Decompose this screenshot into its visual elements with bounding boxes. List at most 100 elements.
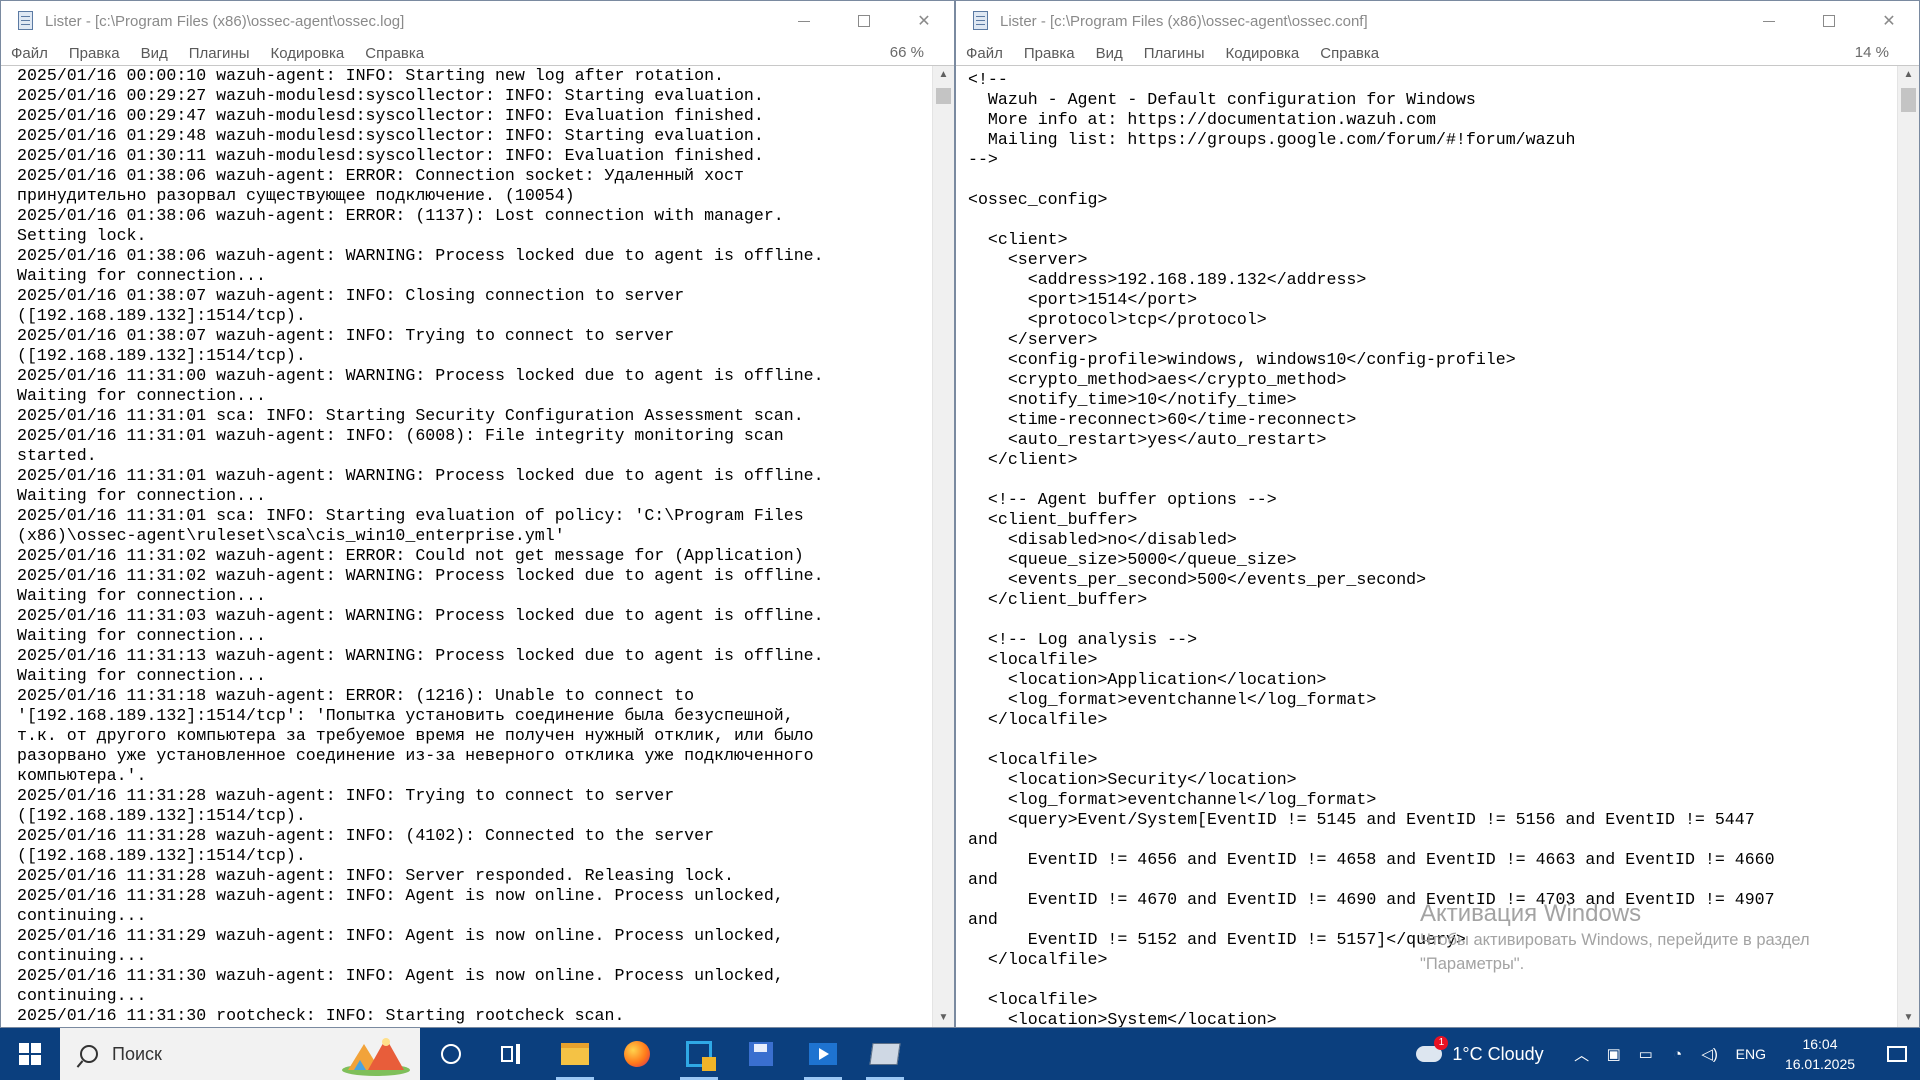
cortana-button[interactable] (420, 1028, 482, 1080)
taskbar-search-box[interactable]: Поиск (60, 1028, 420, 1080)
menu-encoding[interactable]: Кодировка (1224, 45, 1302, 62)
lister-window-conf[interactable]: Lister - [c:\Program Files (x86)\ossec-a… (955, 0, 1920, 1028)
text-line: 2025/01/16 11:31:28 wazuh-agent: INFO: T… (17, 786, 675, 805)
text-line: <port>1514</port> (968, 290, 1198, 309)
close-button[interactable]: ✕ (1859, 1, 1919, 41)
log-text[interactable]: 2025/01/16 00:00:10 wazuh-agent: INFO: S… (17, 66, 932, 1027)
text-line (968, 470, 1893, 490)
text-line: <ossec_config> (968, 190, 1108, 209)
scrollbar-thumb[interactable] (1901, 88, 1916, 112)
text-line: 2025/01/16 11:31:01 wazuh-agent: WARNING… (17, 466, 824, 485)
text-line: Mailing list: https://groups.google.com/… (968, 130, 1576, 149)
menu-help[interactable]: Справка (1318, 45, 1381, 62)
text-line: Waiting for connection... (17, 586, 266, 605)
menu-file[interactable]: Файл (964, 45, 1005, 62)
maximize-button[interactable] (1799, 1, 1859, 41)
scroll-down-icon[interactable]: ▼ (1898, 1009, 1919, 1027)
text-line: ([192.168.189.132]:1514/tcp). (17, 846, 306, 865)
menu-file[interactable]: Файл (9, 45, 50, 62)
text-line: <log_format>eventchannel</log_format> (968, 790, 1377, 809)
text-line: 2025/01/16 11:31:02 wazuh-agent: ERROR: … (17, 546, 804, 565)
text-line: <config-profile>windows, windows10</conf… (968, 350, 1516, 369)
scroll-up-icon[interactable]: ▲ (933, 66, 954, 84)
text-line (968, 970, 1893, 990)
text-line: 2025/01/16 00:29:27 wazuh-modulesd:sysco… (17, 86, 764, 105)
text-line: <!-- Log analysis --> (968, 630, 1198, 649)
save-app-button[interactable] (730, 1028, 792, 1080)
text-line: 2025/01/16 11:31:28 wazuh-agent: INFO: (… (17, 826, 715, 845)
text-line: 2025/01/16 11:31:30 wazuh-agent: INFO: A… (17, 966, 784, 985)
text-line: '[192.168.189.132]:1514/tcp': 'Попытка у… (17, 706, 794, 725)
lister-app-icon (15, 11, 37, 31)
minimize-button[interactable] (1739, 1, 1799, 41)
minimize-icon (798, 20, 810, 22)
scrollbar-thumb[interactable] (936, 88, 951, 104)
file-explorer-icon (561, 1043, 589, 1065)
scroll-up-icon[interactable]: ▲ (1898, 66, 1919, 84)
menu-bar: Файл Правка Вид Плагины Кодировка Справк… (956, 41, 1919, 65)
text-line: EventID != 5152 and EventID != 5157]</qu… (968, 930, 1466, 949)
chevron-up-icon[interactable]: ︿ (1569, 1044, 1595, 1065)
minimize-button[interactable] (774, 1, 834, 41)
search-icon (80, 1045, 98, 1063)
text-line: Setting lock. (17, 226, 147, 245)
window-title: Lister - [c:\Program Files (x86)\ossec-a… (1000, 12, 1368, 30)
media-app-button[interactable] (792, 1028, 854, 1080)
clock[interactable]: 16:04 16.01.2025 (1780, 1034, 1860, 1074)
text-line (968, 610, 1893, 630)
text-line (968, 730, 1893, 750)
text-line: <time-reconnect>60</time-reconnect> (968, 410, 1357, 429)
text-line: 2025/01/16 11:31:01 sca: INFO: Starting … (17, 406, 804, 425)
menu-view[interactable]: Вид (139, 45, 170, 62)
weather-widget[interactable]: 1 1°C Cloudy (1416, 1036, 1544, 1065)
text-line: ([192.168.189.132]:1514/tcp). (17, 806, 306, 825)
file-explorer-button[interactable] (544, 1028, 606, 1080)
scroll-down-icon[interactable]: ▼ (933, 1009, 954, 1027)
config-text[interactable]: <!-- Wazuh - Agent - Default configurati… (968, 70, 1893, 1027)
menu-help[interactable]: Справка (363, 45, 426, 62)
text-line: <location>Security</location> (968, 770, 1297, 789)
weather-text: 1°C Cloudy (1452, 1043, 1544, 1064)
notification-center-button[interactable] (1874, 1028, 1920, 1080)
windows-logo-icon (19, 1043, 41, 1065)
cortana-icon (441, 1044, 461, 1064)
network-icon[interactable]: ◔ (1665, 1046, 1691, 1063)
text-line: разорвано уже установленное соединение и… (17, 746, 814, 765)
device-icon[interactable]: ▣ (1601, 1045, 1627, 1063)
battery-icon[interactable]: ▭ (1633, 1045, 1659, 1063)
text-line: <client> (968, 230, 1068, 249)
menu-view[interactable]: Вид (1094, 45, 1125, 62)
text-line: </localfile> (968, 710, 1108, 729)
task-view-button[interactable] (482, 1028, 544, 1080)
menu-encoding[interactable]: Кодировка (269, 45, 347, 62)
text-view[interactable]: 2025/01/16 00:00:10 wazuh-agent: INFO: S… (1, 65, 954, 1027)
text-line: continuing... (17, 986, 147, 1005)
text-line: 2025/01/16 11:31:00 wazuh-agent: WARNING… (17, 366, 824, 385)
menu-plugins[interactable]: Плагины (187, 45, 252, 62)
menu-edit[interactable]: Правка (1022, 45, 1077, 62)
vertical-scrollbar[interactable]: ▲ ▼ (1897, 66, 1919, 1027)
lister-taskbar-button[interactable] (854, 1028, 916, 1080)
close-button[interactable]: ✕ (894, 1, 954, 41)
text-line: started. (17, 446, 97, 465)
lister-window-log[interactable]: Lister - [c:\Program Files (x86)\ossec-a… (0, 0, 955, 1028)
firefox-button[interactable] (606, 1028, 668, 1080)
menu-edit[interactable]: Правка (67, 45, 122, 62)
text-line: Waiting for connection... (17, 486, 266, 505)
text-line: 2025/01/16 11:31:01 sca: INFO: Starting … (17, 506, 804, 525)
menu-plugins[interactable]: Плагины (1142, 45, 1207, 62)
input-language[interactable]: ENG (1736, 1046, 1766, 1062)
vertical-scrollbar[interactable]: ▲ ▼ (932, 66, 954, 1027)
title-bar[interactable]: Lister - [c:\Program Files (x86)\ossec-a… (956, 1, 1919, 41)
text-line: 2025/01/16 11:31:28 wazuh-agent: INFO: A… (17, 886, 784, 905)
task-view-icon (501, 1044, 525, 1064)
text-line: and (968, 830, 998, 849)
title-bar[interactable]: Lister - [c:\Program Files (x86)\ossec-a… (1, 1, 954, 41)
start-button[interactable] (0, 1028, 60, 1080)
text-line: 2025/01/16 00:29:47 wazuh-modulesd:sysco… (17, 106, 764, 125)
volume-icon[interactable]: ◁) (1697, 1045, 1723, 1063)
text-line: 2025/01/16 11:31:03 wazuh-agent: WARNING… (17, 606, 824, 625)
maximize-button[interactable] (834, 1, 894, 41)
text-view[interactable]: <!-- Wazuh - Agent - Default configurati… (956, 65, 1919, 1027)
total-commander-button[interactable] (668, 1028, 730, 1080)
